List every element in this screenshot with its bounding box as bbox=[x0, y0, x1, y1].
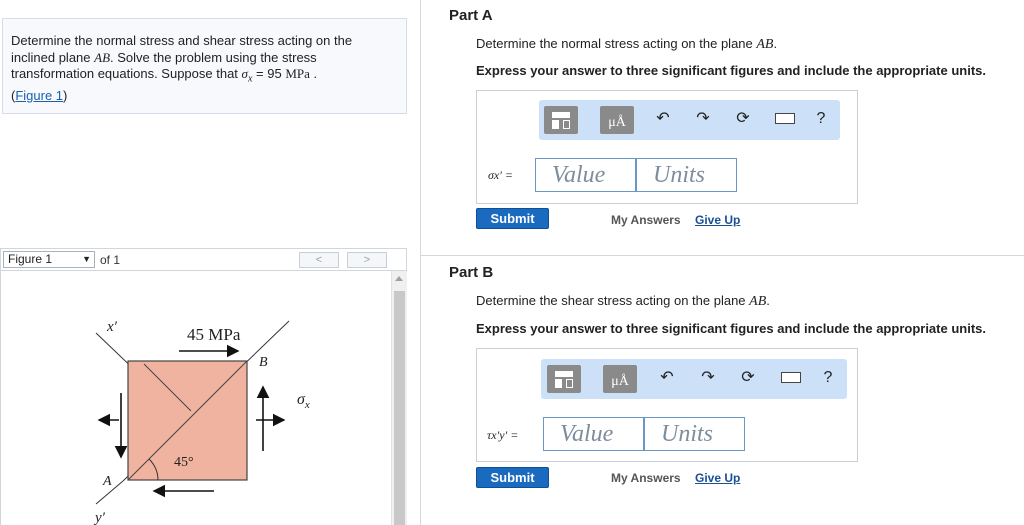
figure-area: x′ 45 MPa B σx 45° A y′ bbox=[0, 270, 407, 525]
tau-x-prime-y-prime-label: τx′y′ = bbox=[487, 428, 519, 442]
plane-label: AB bbox=[94, 49, 111, 65]
my-answers-link[interactable]: My Answers bbox=[611, 471, 681, 485]
units-icon[interactable]: μÅ bbox=[603, 365, 637, 393]
keyboard-icon[interactable] bbox=[781, 367, 803, 389]
units-input[interactable]: Units bbox=[644, 417, 745, 451]
figure-select[interactable]: Figure 1 ▼ bbox=[3, 251, 95, 268]
templates-icon[interactable] bbox=[547, 365, 581, 393]
units-icon[interactable]: μÅ bbox=[600, 106, 634, 134]
problem-text: transformation equations. Suppose that bbox=[11, 66, 242, 81]
reset-icon[interactable]: ⟳ bbox=[737, 367, 759, 389]
undo-icon[interactable]: ↶ bbox=[652, 108, 674, 130]
part-b-prompt: Determine the shear stress acting on the… bbox=[476, 293, 770, 310]
problem-text: inclined plane bbox=[11, 49, 95, 65]
scroll-thumb[interactable] bbox=[394, 291, 405, 525]
problem-text: = 95 bbox=[252, 66, 286, 81]
stress-magnitude-label: 45 MPa bbox=[187, 325, 241, 344]
my-answers-link[interactable]: My Answers bbox=[611, 213, 681, 227]
point-b-label: B bbox=[259, 355, 268, 370]
plane-label: AB bbox=[756, 37, 774, 52]
problem-line-4: (Figure 1) bbox=[11, 88, 400, 105]
x-prime-label: x′ bbox=[106, 319, 118, 335]
redo-icon[interactable]: ↷ bbox=[697, 367, 719, 389]
part-b-answer-box: μÅ ↶ ↷ ⟳ ? τx′y′ = Value Units bbox=[476, 348, 858, 462]
submit-button[interactable]: Submit bbox=[476, 467, 549, 488]
problem-text: . bbox=[309, 66, 318, 81]
reset-icon[interactable]: ⟳ bbox=[732, 108, 754, 130]
templates-icon[interactable] bbox=[544, 106, 578, 134]
prev-figure-button[interactable]: < bbox=[299, 252, 339, 268]
prompt-text: Determine the shear stress acting on the… bbox=[476, 293, 750, 308]
problem-line-2: inclined plane AB. Solve the problem usi… bbox=[11, 50, 400, 67]
figure-select-value: Figure 1 bbox=[8, 252, 53, 266]
give-up-link[interactable]: Give Up bbox=[695, 213, 740, 227]
left-panel: Determine the normal stress and shear st… bbox=[0, 0, 407, 525]
prompt-text: Determine the normal stress acting on th… bbox=[476, 36, 757, 51]
figure-link[interactable]: Figure 1 bbox=[15, 88, 63, 103]
figure-scrollbar[interactable] bbox=[391, 271, 407, 525]
paren: ) bbox=[63, 88, 68, 104]
submit-button[interactable]: Submit bbox=[476, 208, 549, 229]
redo-icon[interactable]: ↷ bbox=[692, 108, 714, 130]
part-b-title: Part B bbox=[449, 264, 494, 281]
dropdown-caret-icon: ▼ bbox=[82, 254, 91, 264]
y-prime-label: y′ bbox=[93, 510, 106, 525]
undo-icon[interactable]: ↶ bbox=[656, 367, 678, 389]
give-up-link[interactable]: Give Up bbox=[695, 471, 740, 485]
stress-element-diagram: x′ 45 MPa B σx 45° A y′ bbox=[93, 319, 310, 525]
math-toolbar: μÅ ↶ ↷ ⟳ ? bbox=[541, 359, 847, 399]
problem-line-1: Determine the normal stress and shear st… bbox=[11, 33, 353, 48]
figure-nav-bar: Figure 1 ▼ of 1 < > bbox=[0, 248, 407, 270]
math-toolbar: μÅ ↶ ↷ ⟳ ? bbox=[539, 100, 840, 140]
sigma-x-label: σx bbox=[297, 391, 310, 411]
scroll-up-icon[interactable] bbox=[395, 276, 403, 281]
problem-line-3: transformation equations. Suppose that σ… bbox=[11, 66, 400, 88]
stress-unit: MPa bbox=[285, 66, 310, 81]
next-figure-button[interactable]: > bbox=[347, 252, 387, 268]
prompt-text: . bbox=[773, 36, 778, 51]
right-panel: Part A Determine the normal stress actin… bbox=[421, 0, 1024, 525]
part-a-answer-box: μÅ ↶ ↷ ⟳ ? σx′ = Value Units bbox=[476, 90, 858, 204]
keyboard-icon[interactable] bbox=[775, 108, 797, 130]
part-separator bbox=[421, 255, 1024, 256]
part-b-instruction: Express your answer to three significant… bbox=[476, 321, 986, 336]
problem-statement: Determine the normal stress and shear st… bbox=[2, 18, 407, 114]
value-input[interactable]: Value bbox=[543, 417, 644, 451]
problem-text: . Solve the problem using the stress bbox=[110, 49, 317, 65]
figure-count: of 1 bbox=[100, 253, 121, 267]
help-icon[interactable]: ? bbox=[810, 108, 832, 130]
help-icon[interactable]: ? bbox=[817, 367, 839, 389]
part-a-title: Part A bbox=[449, 7, 493, 24]
value-input[interactable]: Value bbox=[535, 158, 636, 192]
point-a-label: A bbox=[102, 474, 112, 489]
plane-label: AB bbox=[749, 294, 767, 309]
prompt-text: . bbox=[766, 293, 770, 308]
sigma-x-prime-label: σx′ = bbox=[488, 168, 513, 182]
angle-label: 45° bbox=[174, 455, 194, 470]
part-a-prompt: Determine the normal stress acting on th… bbox=[476, 36, 777, 53]
units-input[interactable]: Units bbox=[636, 158, 737, 192]
part-a-instruction: Express your answer to three significant… bbox=[476, 63, 986, 78]
